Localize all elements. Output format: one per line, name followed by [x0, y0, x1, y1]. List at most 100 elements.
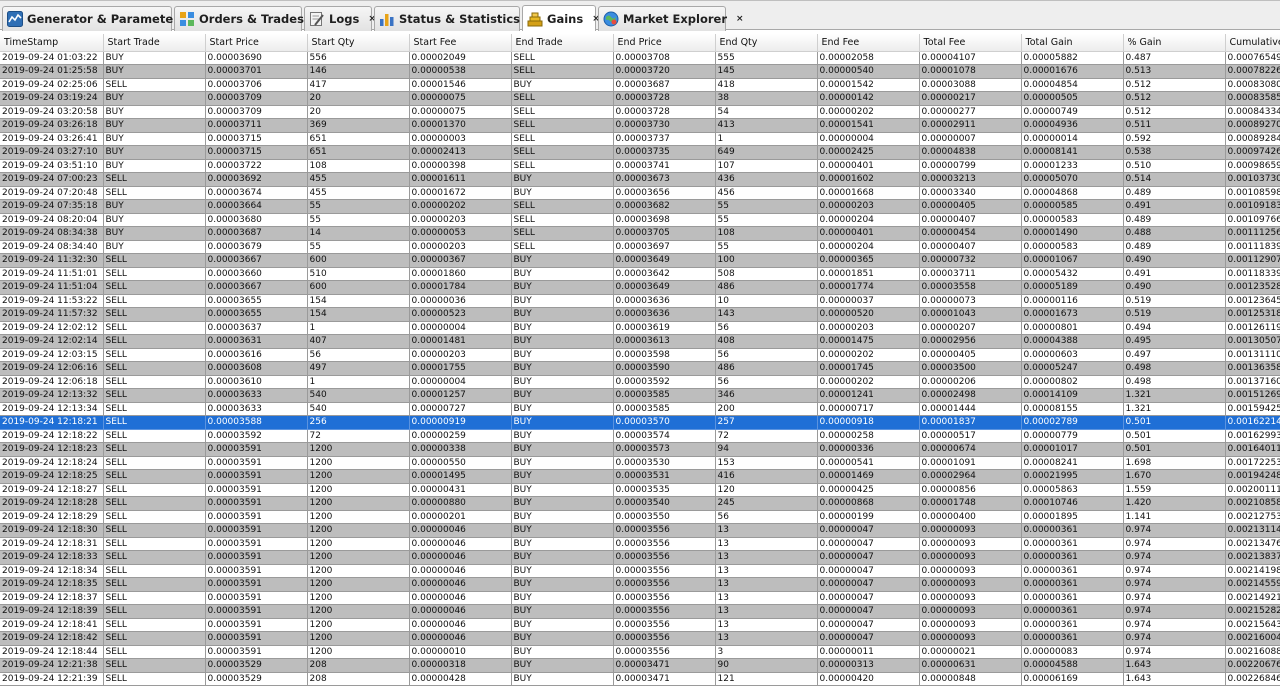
table-row[interactable]: 2019-09-24 12:06:16 SELL 0.00003608 497 0.00…	[0, 361, 1280, 376]
column-header-start-trade[interactable]: Start Trade	[103, 34, 206, 52]
cell-start-fee: 0.00000523	[409, 307, 512, 322]
tab-market-explorer[interactable]: Market Explorer ×	[598, 6, 744, 31]
cell-total-fee: 0.00000674	[919, 442, 1022, 457]
table-row[interactable]: 2019-09-24 12:21:39 SELL 0.00003529 208 0.00…	[0, 672, 1280, 686]
column-header-start-fee[interactable]: Start Fee	[409, 34, 512, 52]
cell-end-fee: 0.00001851	[817, 267, 920, 281]
tab-logs[interactable]: Logs ×	[304, 6, 376, 31]
cell-start-qty: 540	[307, 402, 410, 416]
table-row[interactable]: 2019-09-24 12:18:42 SELL 0.00003591 1200 0.0…	[0, 631, 1280, 646]
column-header-end-price[interactable]: End Price	[613, 34, 716, 52]
cell-end-qty: 107	[715, 159, 818, 173]
table-row[interactable]: 2019-09-24 03:26:41 BUY 0.00003715 651 0.000…	[0, 132, 1280, 146]
table-row[interactable]: 2019-09-24 08:34:38 BUY 0.00003687 14 0.0000…	[0, 226, 1280, 241]
table-row[interactable]: 2019-09-24 12:06:18 SELL 0.00003610 1 0.0000…	[0, 375, 1280, 389]
table-row[interactable]: 2019-09-24 03:20:58 BUY 0.00003709 20 0.0000…	[0, 105, 1280, 119]
cell-timestamp: 2019-09-24 12:03:15	[0, 348, 104, 362]
table-row[interactable]: 2019-09-24 12:18:34 SELL 0.00003591 1200 0.0…	[0, 564, 1280, 578]
table-row[interactable]: 2019-09-24 12:02:14 SELL 0.00003631 407 0.00…	[0, 334, 1280, 349]
table-row[interactable]: 2019-09-24 11:57:32 SELL 0.00003655 154 0.00…	[0, 307, 1280, 322]
cell-start-qty: 455	[307, 186, 410, 200]
table-row[interactable]: 2019-09-24 11:51:04 SELL 0.00003667 600 0.00…	[0, 280, 1280, 295]
close-icon[interactable]: ×	[736, 14, 744, 24]
table-row[interactable]: 2019-09-24 12:18:44 SELL 0.00003591 1200 0.0…	[0, 645, 1280, 659]
cell-end-price: 0.00003540	[613, 496, 716, 511]
table-row[interactable]: 2019-09-24 07:00:23 SELL 0.00003692 455 0.00…	[0, 172, 1280, 187]
table-row[interactable]: 2019-09-24 12:18:24 SELL 0.00003591 1200 0.0…	[0, 456, 1280, 470]
table-row[interactable]: 2019-09-24 11:53:22 SELL 0.00003655 154 0.00…	[0, 294, 1280, 308]
table-row[interactable]: 2019-09-24 02:25:06 SELL 0.00003706 417 0.00…	[0, 78, 1280, 92]
table-row[interactable]: 2019-09-24 08:20:04 BUY 0.00003680 55 0.0000…	[0, 213, 1280, 227]
cell-end-qty: 346	[715, 388, 818, 403]
cell-cumulative-gain: 0.00131110	[1225, 348, 1280, 362]
cell-end-fee: 0.00000717	[817, 402, 920, 416]
column-header-total-fee[interactable]: Total Fee	[919, 34, 1022, 52]
cell-start-qty: 1200	[307, 618, 410, 632]
cell-end-price: 0.00003636	[613, 294, 716, 308]
column-header-end-qty[interactable]: End Qty	[715, 34, 818, 52]
table-row[interactable]: 2019-09-24 12:18:33 SELL 0.00003591 1200 0.0…	[0, 550, 1280, 565]
table-row[interactable]: 2019-09-24 01:03:22 BUY 0.00003690 556 0.000…	[0, 51, 1280, 65]
column-header-cumulative-gain[interactable]: Cumulative G	[1225, 34, 1280, 52]
table-row[interactable]: 2019-09-24 03:26:18 BUY 0.00003711 369 0.000…	[0, 118, 1280, 133]
table-row[interactable]: 2019-09-24 12:18:37 SELL 0.00003591 1200 0.0…	[0, 591, 1280, 605]
cell-end-trade: SELL	[511, 91, 614, 106]
tab-gains[interactable]: Gains ×	[522, 5, 600, 31]
column-header-percent-gain[interactable]: % Gain	[1123, 34, 1226, 52]
cell-percent-gain: 0.512	[1123, 91, 1226, 106]
table-row[interactable]: 2019-09-24 03:19:24 BUY 0.00003709 20 0.0000…	[0, 91, 1280, 106]
cell-end-price: 0.00003735	[613, 145, 716, 160]
column-header-end-fee[interactable]: End Fee	[817, 34, 920, 52]
cell-start-fee: 0.00001755	[409, 361, 512, 376]
table-row[interactable]: 2019-09-24 12:18:22 SELL 0.00003592 72 0.000…	[0, 429, 1280, 443]
table-row[interactable]: 2019-09-24 12:13:32 SELL 0.00003633 540 0.00…	[0, 388, 1280, 403]
cell-percent-gain: 0.511	[1123, 118, 1226, 133]
table-row[interactable]: 2019-09-24 07:20:48 SELL 0.00003674 455 0.00…	[0, 186, 1280, 200]
cell-total-gain: 0.00000361	[1021, 577, 1124, 592]
table-row[interactable]: 2019-09-24 03:51:10 BUY 0.00003722 108 0.000…	[0, 159, 1280, 173]
table-row[interactable]: 2019-09-24 12:03:15 SELL 0.00003616 56 0.000…	[0, 348, 1280, 362]
table-row[interactable]: 2019-09-24 12:18:41 SELL 0.00003591 1200 0.0…	[0, 618, 1280, 632]
cell-total-gain: 0.00010746	[1021, 496, 1124, 511]
tab-generator-parameters[interactable]: Generator & Parameters ×	[2, 6, 202, 31]
column-header-start-qty[interactable]: Start Qty	[307, 34, 410, 52]
tab-status-statistics[interactable]: Status & Statistics ×	[374, 6, 537, 31]
column-header-timestamp[interactable]: TimeStamp	[0, 34, 104, 52]
cell-total-gain: 0.00008241	[1021, 456, 1124, 470]
cell-start-qty: 55	[307, 213, 410, 227]
table-row[interactable]: 2019-09-24 12:18:27 SELL 0.00003591 1200 0.0…	[0, 483, 1280, 497]
table-row[interactable]: 2019-09-24 11:51:01 SELL 0.00003660 510 0.00…	[0, 267, 1280, 281]
table-row[interactable]: 2019-09-24 12:18:29 SELL 0.00003591 1200 0.0…	[0, 510, 1280, 524]
cell-end-qty: 257	[715, 415, 818, 430]
column-header-total-gain[interactable]: Total Gain	[1021, 34, 1124, 52]
table-row[interactable]: 2019-09-24 07:35:18 BUY 0.00003664 55 0.0000…	[0, 199, 1280, 214]
column-header-end-trade[interactable]: End Trade	[511, 34, 614, 52]
cell-timestamp: 2019-09-24 12:13:34	[0, 402, 104, 416]
table-row[interactable]: 2019-09-24 12:18:31 SELL 0.00003591 1200 0.0…	[0, 537, 1280, 551]
table-row[interactable]: 2019-09-24 12:18:23 SELL 0.00003591 1200 0.0…	[0, 442, 1280, 457]
table-row[interactable]: 2019-09-24 12:18:25 SELL 0.00003591 1200 0.0…	[0, 469, 1280, 484]
cell-total-fee: 0.00000206	[919, 375, 1022, 389]
table-row[interactable]: 2019-09-24 01:25:58 BUY 0.00003701 146 0.000…	[0, 64, 1280, 79]
table-row[interactable]: 2019-09-24 12:18:28 SELL 0.00003591 1200 0.0…	[0, 496, 1280, 511]
table-row[interactable]: 2019-09-24 12:18:39 SELL 0.00003591 1200 0.0…	[0, 604, 1280, 619]
cell-percent-gain: 0.974	[1123, 564, 1226, 578]
table-row[interactable]: 2019-09-24 12:18:30 SELL 0.00003591 1200 0.0…	[0, 523, 1280, 538]
tab-orders-trades[interactable]: Orders & Trades ×	[174, 6, 320, 31]
column-header-start-price[interactable]: Start Price	[205, 34, 308, 52]
table-row[interactable]: 2019-09-24 11:32:30 SELL 0.00003667 600 0.00…	[0, 253, 1280, 268]
table-row[interactable]: 2019-09-24 12:18:35 SELL 0.00003591 1200 0.0…	[0, 577, 1280, 592]
table-row[interactable]: 2019-09-24 12:21:38 SELL 0.00003529 208 0.00…	[0, 658, 1280, 673]
cell-cumulative-gain: 0.00108598	[1225, 186, 1280, 200]
cell-start-fee: 0.00000004	[409, 321, 512, 335]
table-row[interactable]: 2019-09-24 12:18:21 SELL 0.00003588 256 0.00…	[0, 415, 1280, 430]
cell-total-gain: 0.00000361	[1021, 523, 1124, 538]
cell-start-price: 0.00003591	[205, 577, 308, 592]
table-row[interactable]: 2019-09-24 03:27:10 BUY 0.00003715 651 0.000…	[0, 145, 1280, 160]
table-row[interactable]: 2019-09-24 08:34:40 BUY 0.00003679 55 0.0000…	[0, 240, 1280, 254]
table-row[interactable]: 2019-09-24 12:13:34 SELL 0.00003633 540 0.00…	[0, 402, 1280, 416]
cell-end-price: 0.00003737	[613, 132, 716, 146]
cell-start-price: 0.00003591	[205, 564, 308, 578]
cell-percent-gain: 0.592	[1123, 132, 1226, 146]
table-row[interactable]: 2019-09-24 12:02:12 SELL 0.00003637 1 0.0000…	[0, 321, 1280, 335]
